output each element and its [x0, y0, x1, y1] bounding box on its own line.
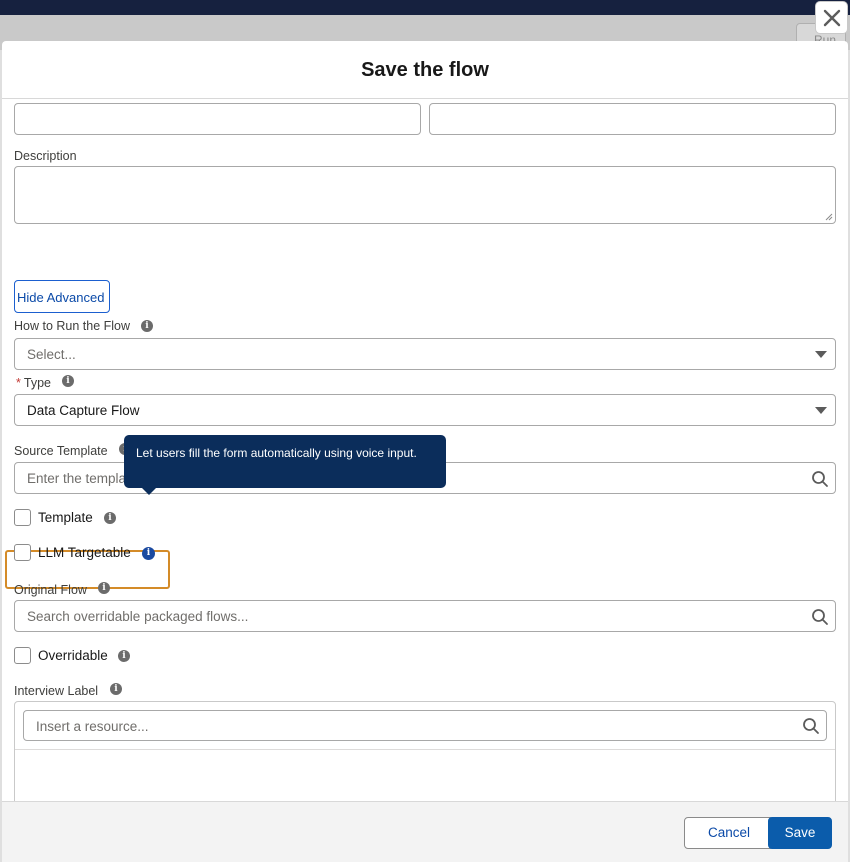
type-label: * Type	[16, 376, 51, 390]
cancel-button[interactable]: Cancel	[684, 817, 774, 849]
close-button[interactable]	[815, 1, 848, 34]
info-icon[interactable]: i	[142, 547, 155, 560]
flow-label-input[interactable]	[14, 103, 421, 135]
api-name-input[interactable]	[429, 103, 836, 135]
source-template-label: Source Template	[14, 444, 108, 458]
resize-handle-icon[interactable]	[825, 213, 833, 221]
info-icon[interactable]: i	[110, 683, 122, 695]
llm-targetable-label: LLM Targetable	[38, 545, 131, 560]
insert-resource-placeholder: Insert a resource...	[36, 719, 149, 734]
insert-resource-input[interactable]: Insert a resource...	[23, 710, 827, 741]
template-checkbox[interactable]	[14, 509, 31, 526]
llm-targetable-checkbox[interactable]	[14, 544, 31, 561]
interview-label-label: Interview Label	[14, 684, 99, 698]
divider	[15, 749, 835, 750]
hide-advanced-button[interactable]: Hide Advanced	[14, 280, 110, 313]
info-icon[interactable]: i	[62, 375, 74, 387]
type-label-text: Type	[23, 376, 51, 390]
type-value: Data Capture Flow	[27, 403, 140, 418]
close-icon	[823, 9, 840, 26]
search-icon	[803, 718, 819, 734]
how-to-run-placeholder: Select...	[27, 347, 76, 362]
search-icon	[812, 609, 828, 625]
info-icon[interactable]: i	[141, 320, 153, 332]
original-flow-label: Original Flow	[14, 583, 87, 597]
overridable-label: Overridable	[38, 648, 108, 663]
modal-header: Save the flow	[2, 41, 848, 99]
type-select[interactable]: Data Capture Flow	[14, 394, 836, 426]
interview-label-editor[interactable]: Insert a resource...	[14, 701, 836, 801]
original-flow-placeholder: Search overridable packaged flows...	[27, 609, 249, 624]
info-icon[interactable]: i	[98, 582, 110, 594]
overridable-checkbox[interactable]	[14, 647, 31, 664]
how-to-run-select[interactable]: Select...	[14, 338, 836, 370]
how-to-run-label: How to Run the Flow	[14, 319, 131, 333]
chevron-down-icon	[815, 351, 827, 358]
original-flow-input[interactable]: Search overridable packaged flows...	[14, 600, 836, 632]
search-icon	[812, 471, 828, 487]
description-label: Description	[14, 149, 77, 163]
app-top-bar	[0, 0, 850, 15]
save-button[interactable]: Save	[768, 817, 832, 849]
info-icon[interactable]: i	[104, 512, 116, 524]
modal-title: Save the flow	[361, 59, 489, 81]
description-textarea[interactable]	[14, 166, 836, 224]
modal-footer: Cancel Save	[2, 801, 848, 862]
chevron-down-icon	[815, 407, 827, 414]
template-checkbox-label: Template	[38, 510, 93, 525]
info-icon[interactable]: i	[118, 650, 130, 662]
llm-targetable-tooltip: Let users fill the form automatically us…	[124, 435, 446, 495]
required-marker: *	[16, 376, 21, 390]
